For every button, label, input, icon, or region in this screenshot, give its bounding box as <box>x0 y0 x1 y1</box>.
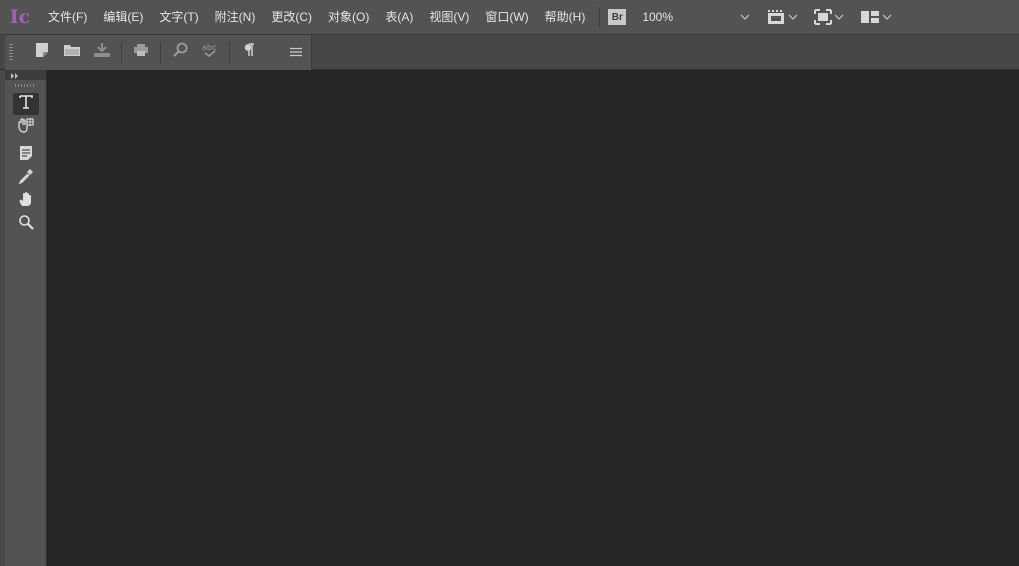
chevron-down-icon <box>786 10 800 24</box>
zoom-tool[interactable] <box>13 213 39 235</box>
toolbar-grip[interactable] <box>9 43 13 62</box>
menu-view[interactable]: 视图(V) <box>421 0 477 34</box>
menu-separator <box>599 7 601 27</box>
menu-notes[interactable]: 附注(N) <box>207 0 264 34</box>
spell-check-button[interactable]: abc <box>195 35 225 70</box>
toolbar-panel: abc <box>5 35 312 70</box>
document-area[interactable] <box>47 70 1019 566</box>
hand-tool-icon <box>18 191 34 212</box>
menu-table[interactable]: 表(A) <box>377 0 421 34</box>
app-logo: Ic <box>9 6 31 28</box>
print-icon <box>133 43 149 62</box>
toolbar-separator <box>121 41 122 64</box>
panel-menu-icon <box>289 44 303 62</box>
tools-panel-grip[interactable] <box>15 84 36 87</box>
note-tool[interactable] <box>13 144 39 166</box>
menu-help[interactable]: 帮助(H) <box>537 0 594 34</box>
find-button[interactable] <box>165 35 195 70</box>
control-toolbar: abc <box>0 34 1019 70</box>
menu-bar: Ic 文件(F) 编辑(E) 文字(T) 附注(N) 更改(C) 对象(O) 表… <box>0 0 1019 34</box>
toolbar-separator <box>229 41 230 64</box>
chevron-down-icon <box>880 10 894 24</box>
chevron-down-icon <box>832 10 846 24</box>
screen-mode-button[interactable] <box>766 0 800 34</box>
toolbar-separator <box>160 41 161 64</box>
eyedropper-tool-icon <box>18 168 34 189</box>
open-button[interactable] <box>57 35 87 70</box>
bridge-button[interactable]: Br <box>608 9 627 25</box>
new-document-icon <box>34 42 50 63</box>
expand-panel-icon[interactable] <box>11 66 19 84</box>
show-hidden-characters-button[interactable] <box>234 35 264 70</box>
workspace-layout-icon <box>860 10 880 24</box>
screen-mode-icon <box>766 9 786 25</box>
workspace-layout-button[interactable] <box>860 0 894 34</box>
hand-tool[interactable] <box>13 190 39 212</box>
menu-object[interactable]: 对象(O) <box>320 0 377 34</box>
menu-changes[interactable]: 更改(C) <box>263 0 320 34</box>
menu-file[interactable]: 文件(F) <box>40 0 95 34</box>
fit-frame-button[interactable] <box>814 0 846 34</box>
save-download-icon <box>93 42 111 63</box>
menu-edit[interactable]: 编辑(E) <box>95 0 151 34</box>
type-tool-icon <box>18 94 34 115</box>
tools-panel <box>5 70 47 566</box>
panel-menu-button[interactable] <box>281 35 311 70</box>
tools-panel-header[interactable] <box>5 70 46 80</box>
spell-check-icon: abc <box>201 42 219 63</box>
zoom-tool-icon <box>18 214 34 235</box>
position-tool-icon <box>17 117 35 138</box>
new-document-button[interactable] <box>27 35 57 70</box>
paragraph-icon <box>243 43 255 62</box>
menu-window[interactable]: 窗口(W) <box>477 0 536 34</box>
zoom-value: 100% <box>642 10 674 24</box>
type-tool[interactable] <box>13 93 39 115</box>
chevron-down-icon <box>738 10 752 24</box>
find-icon <box>172 42 188 63</box>
open-folder-icon <box>63 43 81 62</box>
fit-frame-icon <box>814 9 833 25</box>
note-tool-icon <box>18 145 34 166</box>
save-button[interactable] <box>87 35 117 70</box>
eyedropper-tool[interactable] <box>13 167 39 189</box>
zoom-select[interactable]: 100% <box>642 6 752 28</box>
position-tool[interactable] <box>13 116 39 138</box>
print-button[interactable] <box>126 35 156 70</box>
menu-type[interactable]: 文字(T) <box>151 0 206 34</box>
